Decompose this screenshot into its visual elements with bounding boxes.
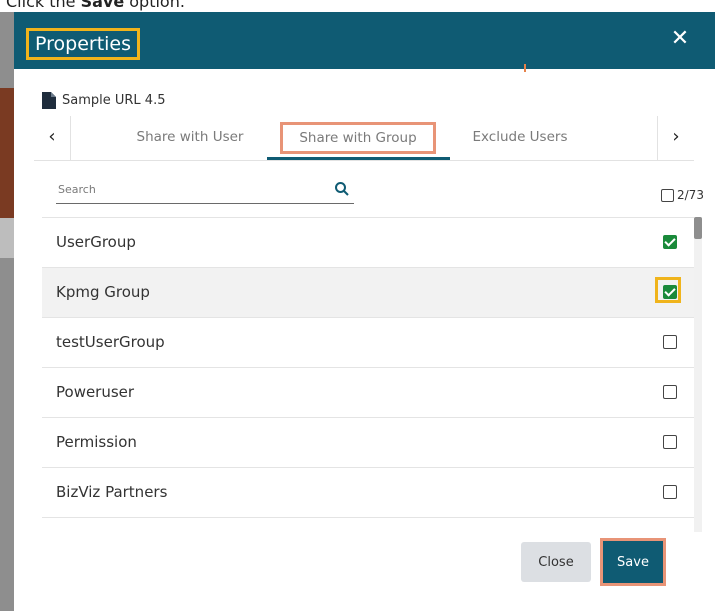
backdrop-light-strip <box>0 218 14 258</box>
header-marker <box>524 64 526 72</box>
scrollbar-thumb[interactable] <box>694 217 702 239</box>
document-icon <box>42 91 56 109</box>
select-all: 2/73 <box>661 188 704 202</box>
caption-suffix: option. <box>124 0 185 11</box>
list-item[interactable]: Kpmg Group <box>42 268 694 318</box>
close-button[interactable]: Close <box>521 542 591 582</box>
group-name: UserGroup <box>56 233 136 251</box>
share-tabs: ‹ Share with User Share with Group Exclu… <box>34 116 694 161</box>
group-checkbox[interactable] <box>663 435 677 449</box>
document-row: Sample URL 4.5 <box>42 90 165 110</box>
instruction-caption: Click the Save option. <box>0 0 715 12</box>
dialog-header: Properties ✕ <box>14 12 715 72</box>
group-checkbox[interactable] <box>663 235 677 249</box>
close-icon[interactable]: ✕ <box>667 26 693 52</box>
search-input[interactable] <box>56 177 310 201</box>
list-scrollbar[interactable] <box>694 217 702 532</box>
group-name: BizViz Partners <box>56 483 168 501</box>
list-item[interactable]: UserGroup <box>42 218 694 268</box>
properties-dialog: Properties ✕ Sample URL 4.5 ‹ Share with… <box>14 12 715 611</box>
group-name: Permission <box>56 433 137 451</box>
search-box <box>56 177 354 204</box>
list-item[interactable]: Permission <box>42 418 694 468</box>
group-name: testUserGroup <box>56 333 165 351</box>
caption-prefix: Click the <box>6 0 81 11</box>
active-tab-indicator <box>267 157 450 160</box>
search-icon[interactable] <box>334 181 350 197</box>
group-checkbox[interactable] <box>663 335 677 349</box>
group-checkbox[interactable] <box>663 385 677 399</box>
tab-share-with-user[interactable]: Share with User <box>130 126 250 148</box>
tab-exclude-users[interactable]: Exclude Users <box>460 126 580 148</box>
tab-share-with-group[interactable]: Share with Group <box>280 122 436 154</box>
caption-bold: Save <box>80 0 125 11</box>
chevron-left-icon[interactable]: ‹ <box>34 116 71 160</box>
selection-count: 2/73 <box>677 188 704 202</box>
backdrop-image-strip <box>0 88 14 218</box>
list-item[interactable]: Poweruser <box>42 368 694 418</box>
group-name: Poweruser <box>56 383 135 401</box>
dialog-title: Properties <box>26 28 141 60</box>
select-all-checkbox[interactable] <box>661 188 674 202</box>
document-name: Sample URL 4.5 <box>62 92 166 108</box>
list-item[interactable]: BizViz Partners <box>42 468 694 518</box>
group-name: Kpmg Group <box>56 283 150 301</box>
chevron-right-icon[interactable]: › <box>657 116 694 160</box>
group-checkbox[interactable] <box>663 285 677 299</box>
group-checkbox[interactable] <box>663 485 677 499</box>
list-item[interactable]: testUserGroup <box>42 318 694 368</box>
group-list: UserGroup Kpmg Group testUserGroup Power… <box>42 217 694 528</box>
save-button[interactable]: Save <box>600 538 666 586</box>
